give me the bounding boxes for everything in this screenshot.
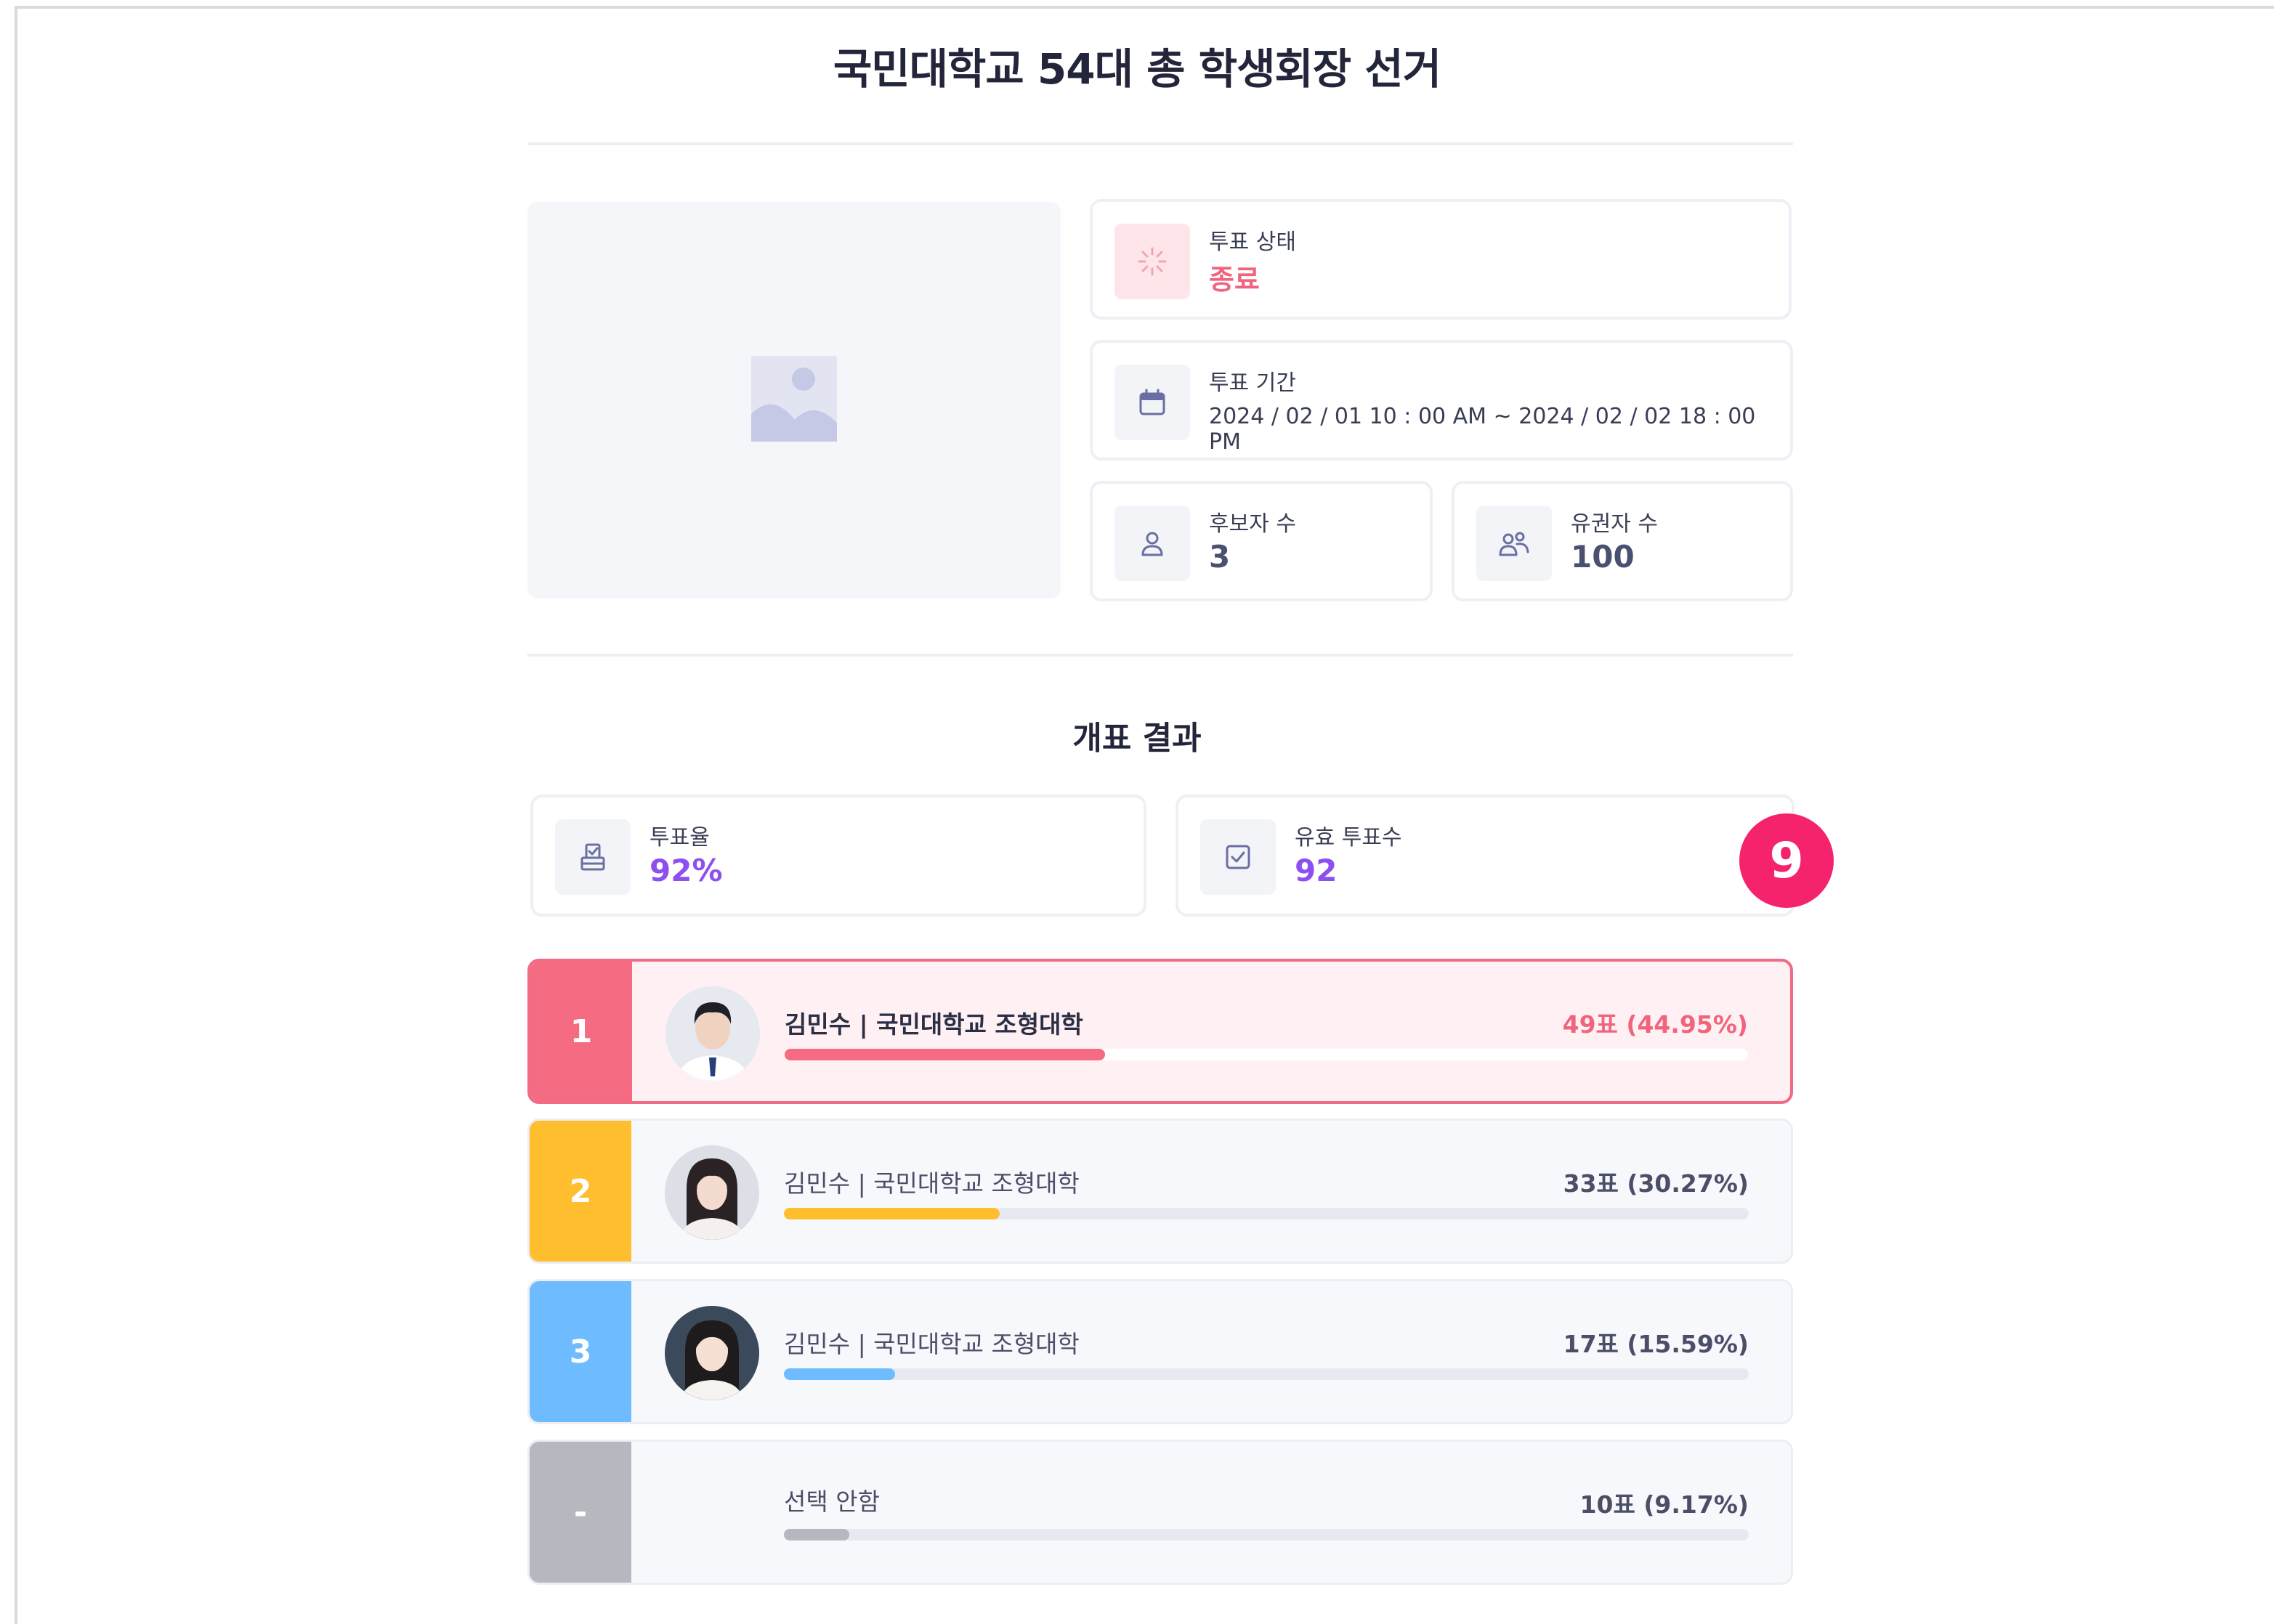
election-image — [527, 202, 1061, 598]
avatar — [665, 1306, 759, 1400]
voter-count-card: 유권자 수 100 — [1452, 481, 1793, 601]
person-icon — [1114, 506, 1190, 581]
candidate-count-card: 후보자 수 3 — [1090, 481, 1433, 601]
candidate-votes: 49표 (44.95%) — [1562, 1010, 1748, 1039]
vote-period-value: 2024 / 02 / 01 10 : 00 AM ~ 2024 / 02 / … — [1209, 404, 1756, 455]
result-row: 3 김민수 | 국민대학교 조형대학 17표 (15.59%) — [527, 1279, 1793, 1424]
result-row: - 선택 안함 10표 (9.17%) — [527, 1440, 1793, 1585]
people-icon — [1476, 506, 1552, 581]
image-placeholder-icon — [751, 356, 837, 442]
annotation-badge: 9 — [1739, 813, 1834, 908]
vote-status-card: 투표 상태 종료 — [1090, 199, 1792, 320]
vote-bar-track — [784, 1529, 1749, 1540]
loading-spinner-icon — [1114, 224, 1190, 299]
checkbox-icon — [1200, 819, 1276, 895]
calendar-icon — [1114, 365, 1190, 440]
candidate-name: 김민수 | 국민대학교 조형대학 — [784, 1330, 1080, 1358]
turnout-label: 투표율 — [650, 825, 710, 850]
avatar — [665, 1145, 759, 1240]
candidate-name: 선택 안함 — [784, 1487, 880, 1516]
vote-bar-track — [784, 1208, 1749, 1219]
candidate-count-label: 후보자 수 — [1209, 511, 1296, 537]
rank-badge: 2 — [530, 1121, 631, 1262]
candidate-votes: 10표 (9.17%) — [1579, 1490, 1749, 1519]
candidate-votes: 17표 (15.59%) — [1563, 1330, 1749, 1358]
results-title: 개표 결과 — [1072, 720, 1202, 757]
candidate-count-value: 3 — [1209, 539, 1231, 575]
page-title: 국민대학교 54대 총 학생회장 선거 — [833, 44, 1441, 94]
vote-period-card: 투표 기간 2024 / 02 / 01 10 : 00 AM ~ 2024 /… — [1090, 340, 1793, 460]
result-row: 2 김민수 | 국민대학교 조형대학 33표 (30.27%) — [527, 1118, 1793, 1264]
divider-top — [527, 142, 1793, 145]
candidate-name: 김민수 | 국민대학교 조형대학 — [784, 1169, 1080, 1198]
result-row: 1 김민수 | 국민대학교 조형대학 49표 (44.95%) — [527, 959, 1793, 1104]
vote-bar-track — [784, 1368, 1749, 1380]
turnout-card: 투표율 92% — [530, 795, 1146, 917]
valid-votes-value: 92 — [1295, 853, 1338, 888]
voter-count-label: 유권자 수 — [1571, 511, 1658, 537]
valid-votes-card: 유효 투표수 92 — [1176, 795, 1794, 917]
vote-bar-fill — [784, 1529, 850, 1540]
rank-badge: 3 — [530, 1281, 631, 1422]
ballot-box-icon — [555, 819, 631, 895]
vote-bar-fill — [784, 1368, 896, 1380]
avatar — [665, 986, 760, 1081]
divider-middle — [527, 654, 1793, 657]
turnout-value: 92% — [650, 853, 723, 888]
candidate-votes: 33표 (30.27%) — [1563, 1169, 1749, 1198]
valid-votes-label: 유효 투표수 — [1295, 825, 1402, 850]
rank-badge: 1 — [530, 962, 632, 1101]
voter-count-value: 100 — [1571, 539, 1635, 575]
vote-status-value: 종료 — [1209, 264, 1260, 296]
vote-status-label: 투표 상태 — [1209, 230, 1296, 255]
vote-bar-fill — [784, 1208, 1000, 1219]
rank-badge: - — [530, 1442, 631, 1583]
vote-bar-fill — [785, 1049, 1106, 1060]
candidate-name: 김민수 | 국민대학교 조형대학 — [785, 1010, 1083, 1039]
vote-bar-track — [785, 1049, 1748, 1060]
vote-period-label: 투표 기간 — [1209, 370, 1296, 396]
